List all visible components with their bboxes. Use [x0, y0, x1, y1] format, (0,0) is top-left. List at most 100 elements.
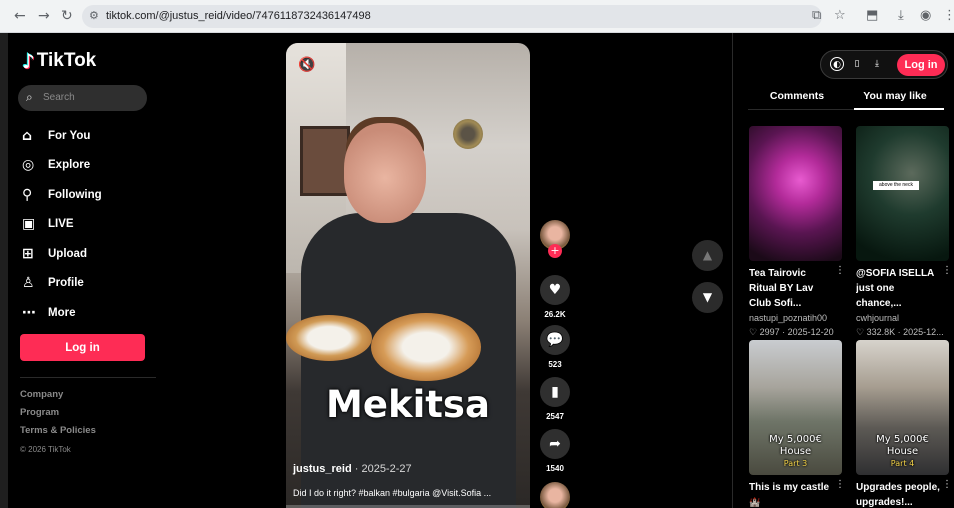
footer-link-terms[interactable]: Terms & Policies [20, 425, 96, 443]
sidebar-item-live[interactable]: ▣ LIVE [22, 210, 102, 240]
more-icon: ⋯ [22, 304, 36, 321]
download-icon[interactable]: ⤓ [898, 8, 904, 23]
next-video-chevron-down-icon[interactable]: ▼ [692, 282, 723, 313]
compass-icon[interactable]: ◐ [830, 57, 844, 71]
bookmark-icon[interactable]: ▮ [540, 377, 570, 407]
video-author[interactable]: justus_reid [293, 463, 352, 475]
sidebar-item-explore[interactable]: ◎ Explore [22, 151, 102, 181]
save-count: 2547 [546, 412, 564, 421]
video-thumbnail[interactable]: My 5,000€ House Part 4 [856, 340, 949, 475]
video-scene-picture [300, 126, 350, 196]
comment-icon[interactable]: 💬 [540, 325, 570, 355]
video-caption: Mekitsa [326, 383, 490, 426]
sidebar-menu: ⌂ For You ◎ Explore ⚲ Following ▣ LIVE ⊞… [22, 121, 102, 328]
sidebar-item-more[interactable]: ⋯ More [22, 298, 102, 328]
bookmark-star-icon[interactable]: ☆ [834, 8, 846, 23]
card-title[interactable]: This is my castle [749, 480, 835, 495]
recommended-video-card[interactable]: above the neck @SOFIA ISELLA just one ch… [856, 126, 952, 339]
tab-comments[interactable]: Comments [748, 90, 846, 102]
tiktok-note-icon: ♪ [22, 49, 35, 73]
video-author-line: justus_reid · 2025-2-27 [293, 463, 412, 475]
home-icon: ⌂ [22, 127, 33, 144]
right-panel-tabs: Comments You may like [748, 88, 944, 110]
account-icon[interactable]: ◉ [920, 8, 931, 23]
more-options-icon[interactable]: ⋮ [835, 265, 845, 276]
previous-video-chevron-up-icon[interactable]: ▲ [692, 240, 723, 271]
thumbnail-part-label: Part 4 [890, 459, 915, 468]
recommended-video-card[interactable]: My 5,000€ House Part 3 This is my castle… [749, 340, 845, 508]
more-options-icon[interactable]: ⋮ [942, 265, 952, 276]
card-title[interactable]: Tea Tairovic Ritual BY Lav Club Sofi... [749, 266, 835, 311]
comment-count: 523 [548, 360, 562, 369]
sidebar-item-label: Upload [48, 247, 87, 260]
sidebar-item-label: More [48, 306, 76, 319]
address-bar[interactable]: ⚙ tiktok.com/@justus_reid/video/74761187… [82, 5, 822, 28]
video-thumbnail[interactable]: above the neck [856, 126, 949, 261]
like-action[interactable]: ♥ 26.2K [540, 275, 570, 319]
more-options-icon[interactable]: ⋮ [942, 479, 952, 490]
video-thumbnail[interactable] [749, 126, 842, 261]
comment-action[interactable]: 💬 523 [540, 325, 570, 369]
follow-plus-icon[interactable]: + [548, 244, 562, 258]
recommended-video-card[interactable]: My 5,000€ House Part 4 Upgrades people, … [856, 340, 952, 508]
like-count: 26.2K [544, 310, 566, 319]
share-count: 1540 [546, 464, 564, 473]
video-thumbnail[interactable]: My 5,000€ House Part 3 [749, 340, 842, 475]
sidebar-item-following[interactable]: ⚲ Following [22, 180, 102, 210]
video-player[interactable]: 🔇 Mekitsa justus_reid · 2025-2-27 Did I … [286, 43, 530, 508]
save-action[interactable]: ▮ 2547 [540, 377, 570, 421]
footer-link-company[interactable]: Company [20, 389, 96, 407]
card-stats: ♡ 332.8K · 2025-12... [856, 327, 944, 337]
thumbnail-text-line: House [886, 446, 919, 457]
footer-link-program[interactable]: Program [20, 407, 96, 425]
card-author[interactable]: nastupi_poznatih00 [749, 312, 842, 325]
browser-menu-icon[interactable]: ⋮ [943, 8, 954, 23]
sidebar-login-button[interactable]: Log in [20, 334, 145, 361]
video-scene-clock [453, 119, 483, 149]
card-emoji: 🏰 [749, 497, 761, 507]
share-icon[interactable]: ➦ [540, 429, 570, 459]
video-actions: + ♥ 26.2K 💬 523 ▮ 2547 ➦ 1540 [540, 220, 570, 473]
url-text[interactable]: tiktok.com/@justus_reid/video/7476118732… [106, 10, 371, 22]
site-info-icon[interactable]: ⚙ [89, 9, 99, 22]
right-panel-border [732, 33, 733, 508]
search-input[interactable]: ⌕ Search [18, 85, 147, 111]
extensions-icon[interactable]: ⬒ [866, 8, 878, 23]
install-icon[interactable]: ⧉ [812, 8, 821, 23]
upload-icon: ⊞ [22, 245, 34, 262]
sidebar-item-for-you[interactable]: ⌂ For You [22, 121, 102, 151]
profile-icon: ♙ [22, 275, 35, 292]
following-icon: ⚲ [22, 186, 33, 203]
recommended-video-card[interactable]: Tea Tairovic Ritual BY Lav Club Sofi... … [749, 126, 845, 339]
heart-icon[interactable]: ♥ [540, 275, 570, 305]
tab-you-may-like[interactable]: You may like [846, 90, 944, 102]
sidebar-item-profile[interactable]: ♙ Profile [22, 269, 102, 299]
video-scene-person-head [344, 123, 426, 223]
tab-selected-indicator [854, 108, 944, 110]
copyright-text: © 2026 TikTok [20, 445, 71, 454]
phone-icon[interactable]: ▯ [850, 57, 864, 71]
search-icon: ⌕ [26, 90, 33, 104]
share-action[interactable]: ➦ 1540 [540, 429, 570, 473]
video-description[interactable]: Did I do it right? #balkan #bulgaria @Vi… [293, 488, 523, 498]
card-title[interactable]: @SOFIA ISELLA just one chance,... [856, 266, 942, 311]
tiktok-logo[interactable]: ♪ TikTok [22, 49, 96, 73]
browser-toolbar: ← → ↻ ⚙ tiktok.com/@justus_reid/video/74… [0, 0, 954, 33]
creator-avatar[interactable]: + [540, 220, 570, 258]
sidebar-item-label: Explore [48, 159, 91, 172]
reload-icon[interactable]: ↻ [61, 8, 73, 24]
card-author[interactable]: cwhjournal [856, 312, 949, 325]
card-title[interactable]: Upgrades people, upgrades!... [856, 480, 942, 508]
mute-icon[interactable]: 🔇 [298, 57, 315, 73]
back-icon[interactable]: ← [14, 8, 26, 24]
video-scene-plate-left [286, 315, 372, 361]
more-options-icon[interactable]: ⋮ [835, 479, 845, 490]
sidebar-divider [20, 377, 156, 378]
download-icon[interactable]: ⤓ [870, 57, 884, 71]
top-login-button[interactable]: Log in [897, 54, 945, 76]
music-disc-avatar[interactable] [540, 482, 570, 508]
compass-icon: ◎ [22, 157, 35, 174]
logo-text: TikTok [36, 50, 97, 71]
sidebar-item-upload[interactable]: ⊞ Upload [22, 239, 102, 269]
forward-icon[interactable]: → [38, 8, 50, 24]
